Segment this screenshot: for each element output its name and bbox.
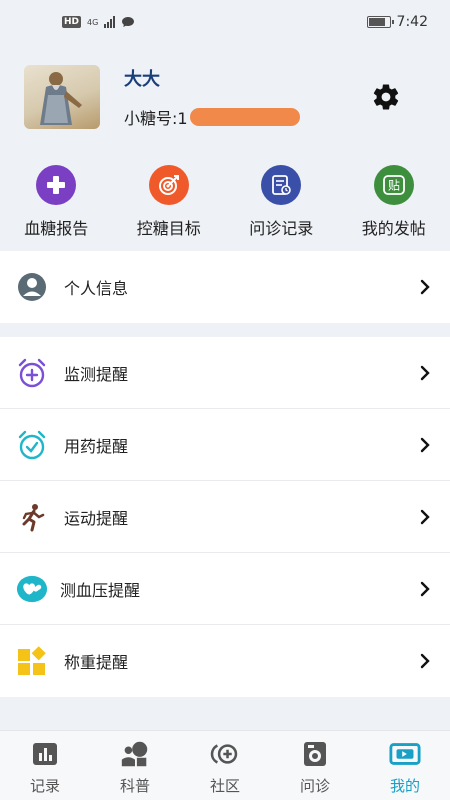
reminders-section: 监测提醒 用药提醒 运动提醒 测血压提醒 称重提醒 bbox=[0, 337, 450, 697]
tab-label: 问诊 bbox=[299, 777, 330, 795]
tab-record[interactable]: 记录 bbox=[0, 731, 90, 800]
profile-header: 大大 小糖号:1 bbox=[24, 64, 426, 130]
chevron-right-icon bbox=[418, 435, 432, 455]
status-left: HD 4G bbox=[62, 16, 135, 28]
tab-label: 社区 bbox=[209, 777, 240, 795]
row-weight-reminder[interactable]: 称重提醒 bbox=[0, 625, 450, 697]
tab-mine[interactable]: 我的 bbox=[360, 731, 450, 800]
quick-blood-sugar-report[interactable]: 血糖报告 bbox=[0, 165, 113, 239]
tab-knowledge[interactable]: 科普 bbox=[90, 731, 180, 800]
row-blood-pressure-reminder[interactable]: 测血压提醒 bbox=[0, 553, 450, 625]
tab-label: 科普 bbox=[119, 777, 150, 795]
chevron-right-icon bbox=[418, 363, 432, 383]
post-icon: 贴 bbox=[373, 165, 414, 205]
chevron-right-icon bbox=[418, 507, 432, 527]
gear-icon bbox=[373, 84, 399, 110]
status-right: 7:42 bbox=[366, 14, 428, 30]
row-monitor-reminder[interactable]: 监测提醒 bbox=[0, 337, 450, 409]
alarm-plus-icon bbox=[16, 357, 48, 389]
bottom-tab-bar: 记录 科普 社区 问诊 我的 bbox=[0, 730, 450, 800]
target-icon bbox=[148, 165, 189, 205]
quick-sugar-target[interactable]: 控糖目标 bbox=[113, 165, 226, 239]
running-icon bbox=[16, 501, 48, 533]
row-label: 用药提醒 bbox=[64, 436, 129, 456]
quick-label: 血糖报告 bbox=[24, 219, 89, 238]
settings-button[interactable] bbox=[366, 77, 406, 117]
quick-consult-records[interactable]: 问诊记录 bbox=[225, 165, 338, 239]
quick-label: 我的发帖 bbox=[361, 219, 426, 238]
chat-icon bbox=[122, 17, 135, 27]
quick-label: 问诊记录 bbox=[249, 219, 314, 238]
row-label: 个人信息 bbox=[64, 279, 129, 298]
tab-label: 我的 bbox=[389, 777, 420, 795]
row-personal-info[interactable]: 个人信息 bbox=[0, 251, 450, 323]
mine-icon bbox=[389, 739, 421, 769]
row-label: 称重提醒 bbox=[64, 653, 129, 672]
chart-icon bbox=[29, 739, 61, 769]
network-type: 4G bbox=[87, 17, 99, 27]
signal-icon bbox=[104, 16, 116, 28]
svg-text:贴: 贴 bbox=[388, 179, 400, 193]
status-bar: HD 4G 7:42 bbox=[0, 0, 450, 44]
alarm-check-icon bbox=[16, 429, 48, 461]
profile-info: 大大 小糖号:1 bbox=[124, 65, 366, 129]
chevron-right-icon bbox=[418, 579, 432, 599]
plus-circle-icon bbox=[36, 165, 77, 205]
row-exercise-reminder[interactable]: 运动提醒 bbox=[0, 481, 450, 553]
heart-pill-icon bbox=[16, 573, 48, 605]
chevron-right-icon bbox=[418, 277, 432, 297]
personal-section: 个人信息 bbox=[0, 251, 450, 323]
user-name: 大大 bbox=[124, 69, 160, 90]
row-label: 监测提醒 bbox=[64, 364, 129, 384]
redacted-id-mark bbox=[189, 108, 300, 126]
hd-badge: HD bbox=[62, 16, 82, 28]
knowledge-icon bbox=[119, 739, 151, 769]
avatar[interactable] bbox=[24, 65, 100, 129]
record-icon bbox=[261, 165, 302, 205]
quick-label: 控糖目标 bbox=[136, 219, 201, 238]
user-id-label: 小糖号:1 bbox=[124, 109, 188, 128]
user-id-row: 小糖号:1 bbox=[124, 105, 366, 129]
community-icon bbox=[209, 739, 241, 769]
clock: 7:42 bbox=[396, 14, 428, 30]
row-label: 运动提醒 bbox=[64, 508, 129, 528]
blocks-icon bbox=[16, 645, 48, 677]
chevron-right-icon bbox=[418, 651, 432, 671]
tab-label: 记录 bbox=[29, 777, 60, 795]
consult-icon bbox=[299, 739, 331, 769]
quick-my-posts[interactable]: 贴 我的发帖 bbox=[338, 165, 450, 239]
quick-actions: 血糖报告 控糖目标 问诊记录 贴 我的发帖 bbox=[0, 165, 450, 239]
row-label: 测血压提醒 bbox=[60, 580, 141, 600]
tab-consult[interactable]: 问诊 bbox=[270, 731, 360, 800]
row-medication-reminder[interactable]: 用药提醒 bbox=[0, 409, 450, 481]
battery-icon bbox=[366, 16, 394, 28]
person-icon bbox=[16, 271, 48, 303]
tab-community[interactable]: 社区 bbox=[180, 731, 270, 800]
